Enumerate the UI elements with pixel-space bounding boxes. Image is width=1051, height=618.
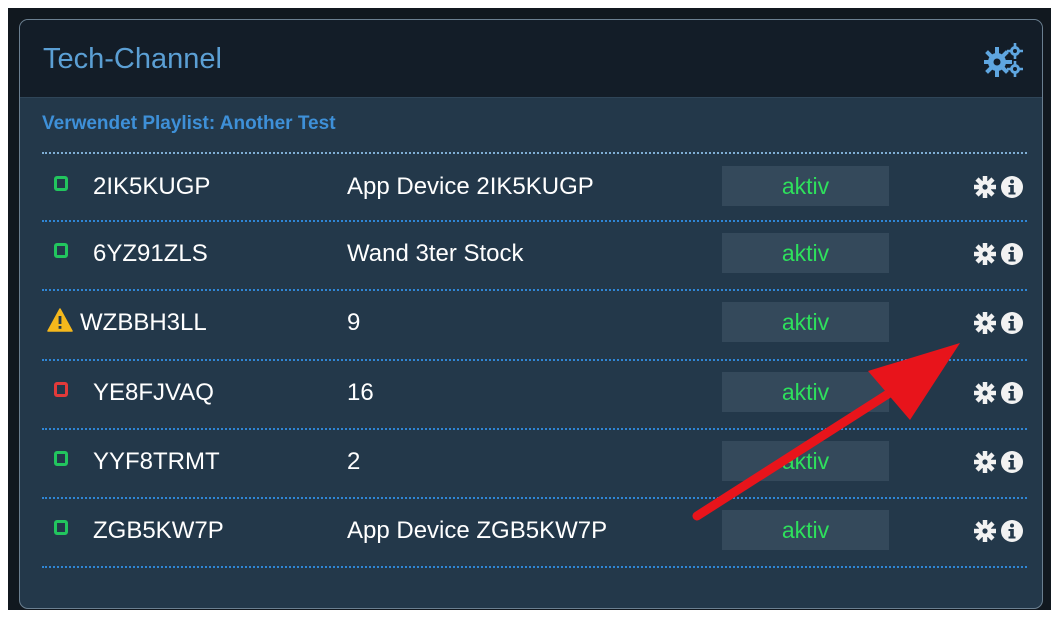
device-name: 9 bbox=[347, 309, 361, 336]
device-row: YYF8TRMT 2 aktiv bbox=[42, 430, 1027, 499]
gear-icon[interactable] bbox=[974, 520, 996, 542]
status-badge[interactable]: aktiv bbox=[722, 233, 889, 273]
info-icon[interactable] bbox=[1000, 175, 1024, 199]
panel-header: Tech-Channel bbox=[20, 20, 1042, 98]
status-badge[interactable]: aktiv bbox=[722, 372, 889, 412]
screenshot-page: Tech-Channel Verwendet Playlist: Another… bbox=[0, 0, 1051, 618]
status-badge[interactable]: aktiv bbox=[722, 441, 889, 481]
device-name: 2 bbox=[347, 448, 361, 475]
device-id: 6YZ91ZLS bbox=[93, 240, 208, 267]
device-name: App Device ZGB5KW7P bbox=[347, 517, 608, 544]
device-row: WZBBH3LL 9 aktiv bbox=[42, 291, 1027, 361]
gear-icon[interactable] bbox=[974, 243, 996, 265]
green-square-icon bbox=[54, 176, 68, 191]
info-icon[interactable] bbox=[1000, 519, 1024, 543]
playlist-label: Verwendet Playlist: Another Test bbox=[42, 113, 336, 134]
status-badge[interactable]: aktiv bbox=[722, 302, 889, 342]
device-id: WZBBH3LL bbox=[80, 309, 207, 336]
device-id: YE8FJVAQ bbox=[93, 379, 214, 406]
device-id: 2IK5KUGP bbox=[93, 173, 211, 200]
info-icon[interactable] bbox=[1000, 242, 1024, 266]
device-row: YE8FJVAQ 16 aktiv bbox=[42, 361, 1027, 430]
tech-channel-panel: Tech-Channel Verwendet Playlist: Another… bbox=[19, 19, 1043, 609]
info-icon[interactable] bbox=[1000, 381, 1024, 405]
info-icon[interactable] bbox=[1000, 311, 1024, 335]
status-badge[interactable]: aktiv bbox=[722, 166, 889, 206]
green-square-icon bbox=[54, 243, 68, 258]
device-id: ZGB5KW7P bbox=[93, 517, 224, 544]
device-name: 16 bbox=[347, 379, 374, 406]
gear-icon[interactable] bbox=[974, 382, 996, 404]
device-row: 6YZ91ZLS Wand 3ter Stock aktiv bbox=[42, 222, 1027, 291]
red-square-icon bbox=[54, 382, 68, 397]
status-badge[interactable]: aktiv bbox=[722, 510, 889, 550]
warning-triangle-icon bbox=[47, 308, 73, 332]
device-name: Wand 3ter Stock bbox=[347, 240, 524, 267]
device-row: 2IK5KUGP App Device 2IK5KUGP aktiv bbox=[42, 155, 1027, 222]
device-id: YYF8TRMT bbox=[93, 448, 220, 475]
gears-icon[interactable] bbox=[984, 42, 1024, 78]
gear-icon[interactable] bbox=[974, 451, 996, 473]
gear-icon[interactable] bbox=[974, 312, 996, 334]
device-row: ZGB5KW7P App Device ZGB5KW7P aktiv bbox=[42, 499, 1027, 568]
green-square-icon bbox=[54, 520, 68, 535]
gear-icon[interactable] bbox=[974, 176, 996, 198]
panel-title: Tech-Channel bbox=[43, 43, 222, 75]
green-square-icon bbox=[54, 451, 68, 466]
info-icon[interactable] bbox=[1000, 450, 1024, 474]
playlist-divider bbox=[42, 152, 1027, 154]
device-name: App Device 2IK5KUGP bbox=[347, 173, 594, 200]
